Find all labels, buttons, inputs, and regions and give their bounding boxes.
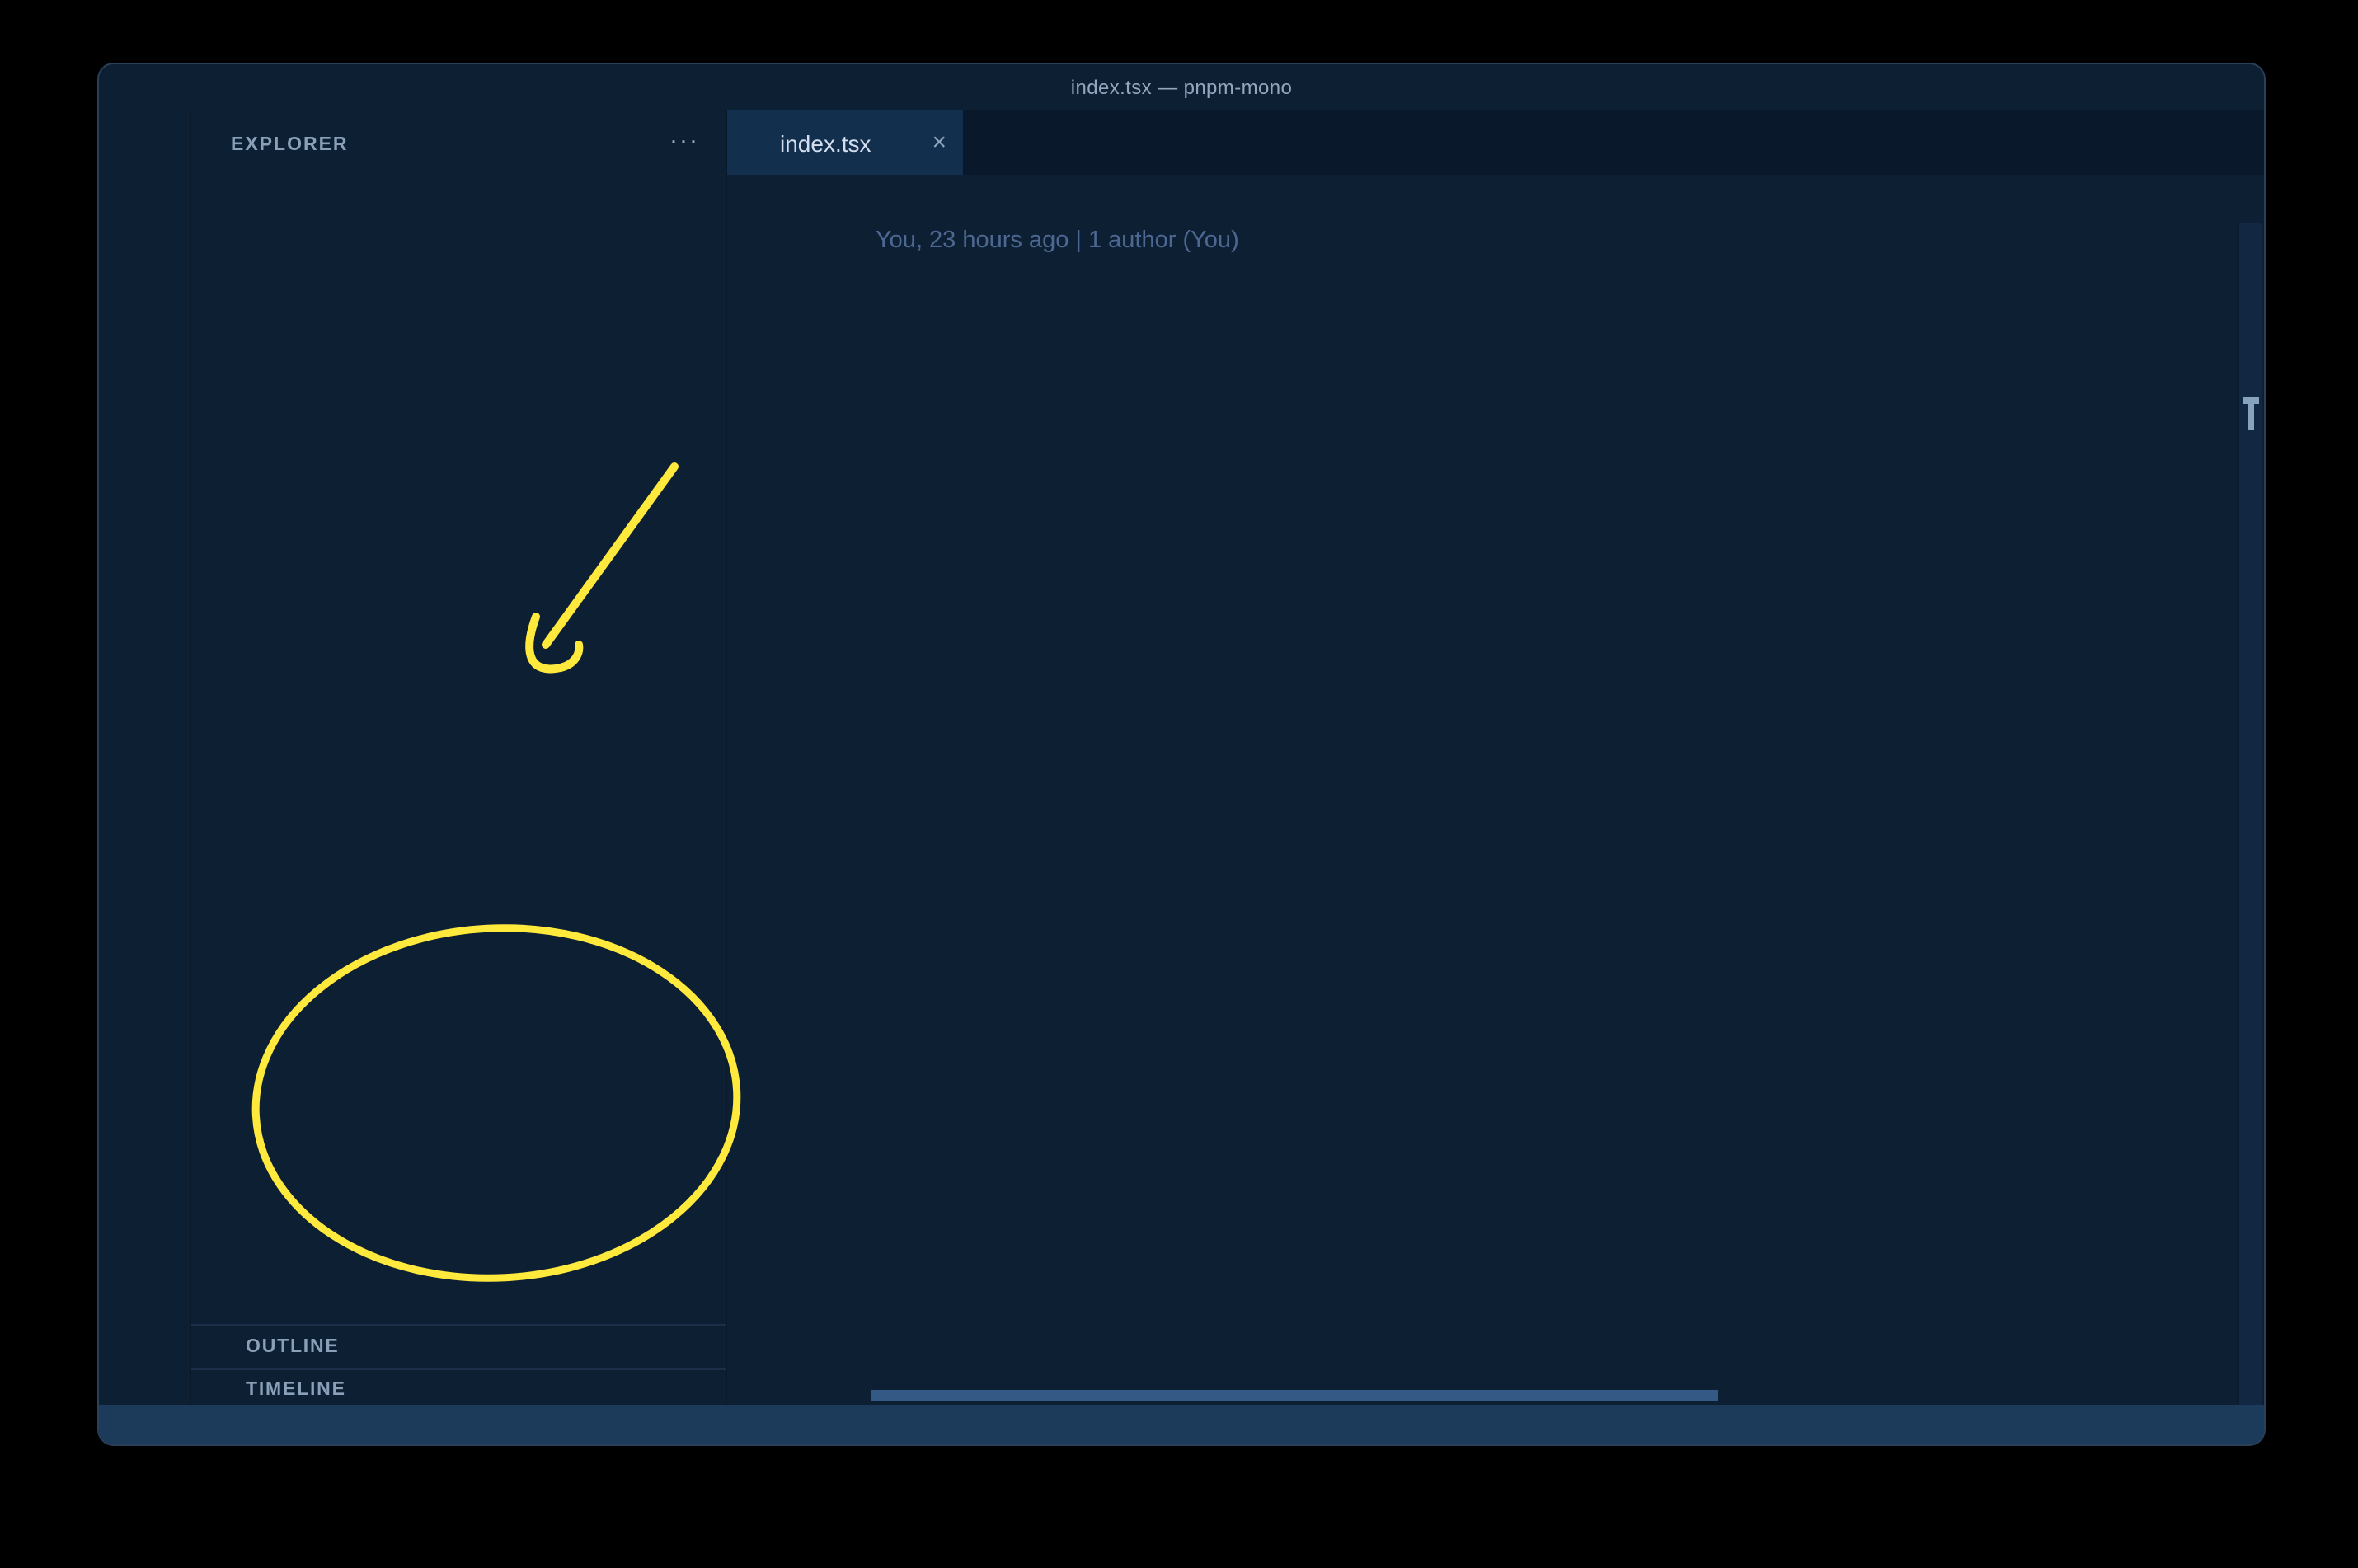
tab-strip: index.tsx ×	[727, 110, 2264, 175]
explorer-header: EXPLORER	[231, 135, 349, 155]
outline-section-header[interactable]: OUTLINE	[191, 1324, 726, 1368]
horizontal-scrollbar[interactable]	[871, 1390, 1718, 1401]
vertical-scrollbar[interactable]	[2238, 223, 2262, 1405]
window-title: index.tsx — pnpm-mono	[1070, 76, 1293, 99]
workbench-body: EXPLORER ··· OUTLINE TIMELINE index.tsx	[99, 110, 2264, 1405]
status-right	[2254, 1405, 2264, 1444]
status-bar	[99, 1405, 2264, 1444]
title-bar: index.tsx — pnpm-mono	[99, 64, 2264, 110]
editor-group: index.tsx × You, 23 hours ago | 1 author…	[727, 110, 2264, 1405]
timeline-section-header[interactable]: TIMELINE	[191, 1368, 726, 1408]
code-editor[interactable]: You, 23 hours ago | 1 author (You)	[727, 223, 2264, 1405]
vscode-window: index.tsx — pnpm-mono EXPLORER ··· OUTLI…	[97, 63, 2266, 1446]
explorer-more-actions-button[interactable]: ···	[669, 127, 699, 155]
inline-blame-annotation: You, 23 hours ago | 1 author (You)	[876, 228, 1239, 254]
tab-index-tsx[interactable]: index.tsx ×	[727, 110, 963, 175]
screenshot-stage: index.tsx — pnpm-mono EXPLORER ··· OUTLI…	[0, 0, 2358, 1568]
breadcrumb	[727, 175, 2264, 223]
overview-ruler-marker	[2248, 397, 2254, 430]
explorer-sidebar: EXPLORER ··· OUTLINE TIMELINE	[191, 110, 727, 1405]
activity-bar	[99, 110, 191, 1405]
tab-label: index.tsx	[780, 129, 871, 156]
close-tab-icon[interactable]: ×	[932, 129, 946, 157]
react-file-icon	[744, 130, 768, 155]
